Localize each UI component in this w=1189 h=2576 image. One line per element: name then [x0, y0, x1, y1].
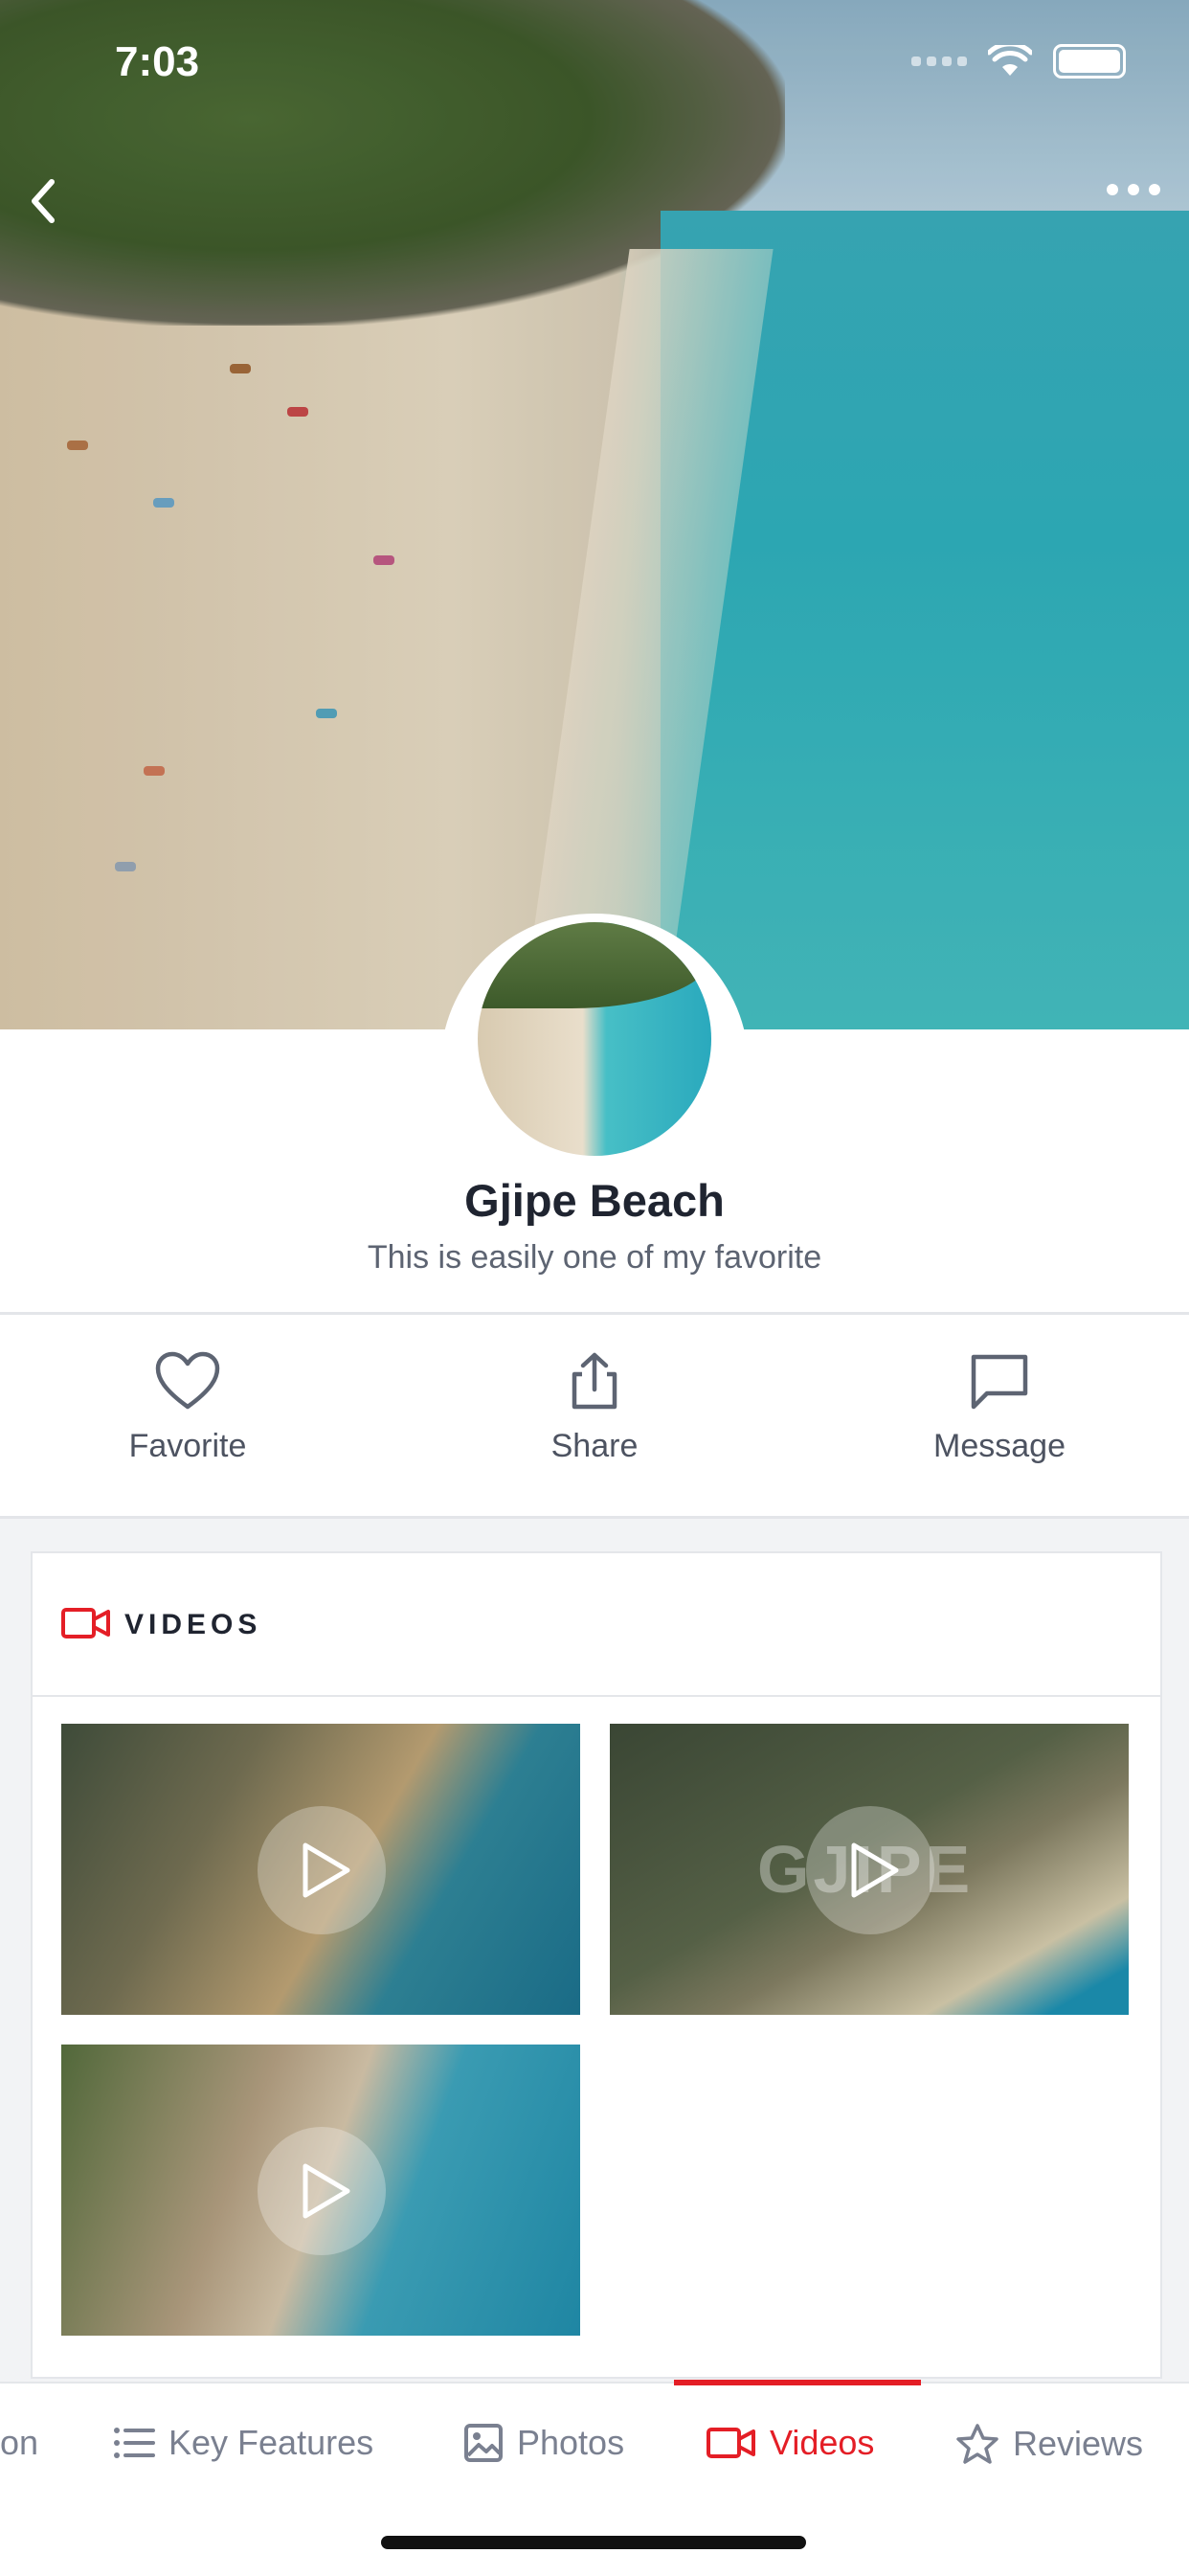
videos-heading: VIDEOS	[124, 1609, 262, 1640]
share-icon	[572, 1352, 617, 1410]
tab-videos[interactable]: Videos	[707, 2423, 874, 2463]
chevron-left-icon	[32, 179, 55, 223]
video-thumbnail[interactable]: GJIPE	[610, 1724, 1129, 2015]
message-icon	[971, 1354, 1028, 1410]
video-thumbnail[interactable]	[61, 1724, 580, 2015]
tab-photos-label: Photos	[517, 2423, 625, 2462]
play-button[interactable]	[258, 1806, 386, 1934]
tab-reviews[interactable]: Reviews	[955, 2423, 1143, 2465]
tab-videos-label: Videos	[770, 2423, 875, 2462]
favorite-button[interactable]: Favorite	[44, 1351, 331, 1465]
list-icon	[114, 2428, 155, 2458]
share-button[interactable]: Share	[451, 1351, 738, 1465]
more-dots-icon	[1107, 184, 1118, 195]
photo-icon	[464, 2424, 503, 2462]
favorite-label: Favorite	[128, 1428, 247, 1464]
heart-icon	[155, 1351, 220, 1410]
signal-icon	[911, 56, 967, 66]
videos-section: VIDEOS GJIPE	[31, 1551, 1162, 2379]
tab-reviews-label: Reviews	[1013, 2424, 1144, 2463]
play-button[interactable]	[806, 1806, 934, 1934]
more-options-button[interactable]	[1107, 184, 1160, 195]
status-icons	[911, 44, 1126, 79]
message-label: Message	[933, 1428, 1066, 1464]
play-icon	[303, 2163, 350, 2219]
action-row: Favorite Share Message	[0, 1315, 1189, 1516]
active-tab-indicator	[674, 2380, 921, 2385]
tab-photos[interactable]: Photos	[463, 2423, 624, 2463]
wifi-icon	[988, 45, 1032, 76]
share-label: Share	[550, 1428, 639, 1464]
tab-overview[interactable]: on	[0, 2423, 38, 2463]
tab-key-features-label: Key Features	[168, 2423, 374, 2462]
play-button[interactable]	[258, 2127, 386, 2255]
hero-image	[0, 0, 1189, 1029]
message-button[interactable]: Message	[856, 1351, 1143, 1465]
status-time: 7:03	[115, 38, 200, 85]
page-subtitle: This is easily one of my favorite	[367, 1239, 822, 1276]
video-icon	[707, 2428, 755, 2458]
tab-key-features[interactable]: Key Features	[113, 2423, 373, 2463]
play-icon	[851, 1842, 899, 1898]
videos-header: VIDEOS	[33, 1553, 1160, 1697]
play-icon	[303, 1842, 350, 1898]
video-camera-icon	[61, 1608, 110, 1638]
page-title: Gjipe Beach	[464, 1175, 725, 1226]
battery-icon	[1053, 44, 1126, 79]
tab-overview-label: on	[0, 2423, 39, 2462]
video-thumbnail[interactable]	[61, 2045, 580, 2336]
star-icon	[956, 2424, 998, 2464]
home-indicator[interactable]	[381, 2536, 806, 2549]
back-button[interactable]	[23, 172, 61, 230]
avatar[interactable]	[478, 922, 711, 1156]
